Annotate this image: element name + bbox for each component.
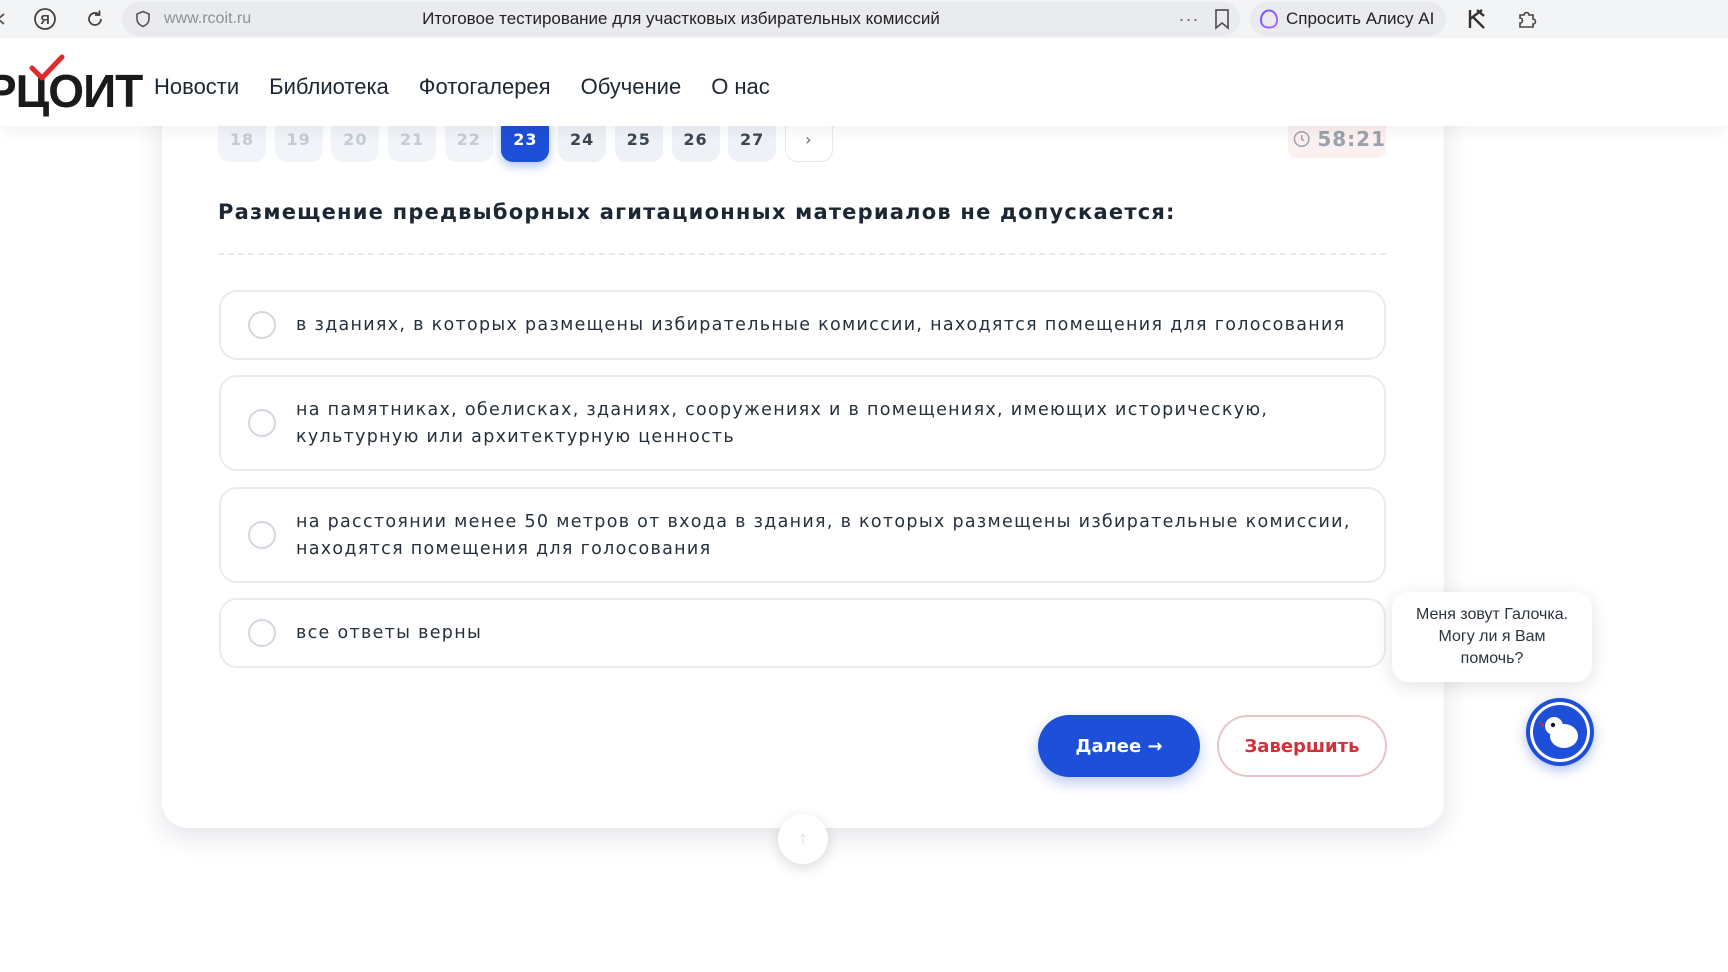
logo-checkmark-icon [29,54,65,81]
yandex-icon[interactable]: Я [30,4,60,34]
svg-text:Я: Я [40,12,49,27]
ask-alice-button[interactable]: Спросить Алису AI [1250,2,1446,36]
nav-library[interactable]: Библиотека [269,74,389,100]
browser-toolbar: Я www.rcoit.ru Итоговое тестирование для… [0,0,1728,38]
bird-mascot-icon [1530,702,1590,762]
clock-icon [1293,131,1310,147]
answer-option-1[interactable]: в зданиях, в которых размещены избирател… [219,290,1386,360]
answer-radio[interactable] [248,619,276,647]
answer-text: в зданиях, в которых размещены избирател… [296,315,1346,335]
question-text: Размещение предвыборных агитационных мат… [218,200,1176,224]
answer-option-3[interactable]: на расстоянии менее 50 метров от входа в… [219,487,1386,583]
logo-text: РЦОИТ [0,65,143,117]
alice-icon [1259,9,1279,29]
extensions-puzzle-icon[interactable] [1512,4,1542,34]
answer-text: на расстоянии менее 50 метров от входа в… [296,512,1351,559]
answer-radio[interactable] [248,409,276,437]
address-bar[interactable]: www.rcoit.ru Итоговое тестирование для у… [122,2,1240,36]
answer-text: все ответы верны [296,623,483,643]
bookmark-icon[interactable] [1210,7,1234,31]
finish-button[interactable]: Завершить [1217,715,1387,777]
extension-k-icon[interactable] [1462,4,1492,34]
chat-assistant-button[interactable] [1526,698,1594,766]
ask-alice-label: Спросить Алису AI [1286,9,1435,28]
answer-option-2[interactable]: на памятниках, обелисках, зданиях, соору… [219,375,1386,471]
site-header: РЦОИТ Новости Библиотека Фотогалерея Обу… [0,38,1728,126]
reload-icon[interactable] [80,4,110,34]
scroll-to-top-button[interactable]: ↑ [778,814,828,864]
nav-news[interactable]: Новости [154,74,239,100]
answer-radio[interactable] [248,311,276,339]
page-title: Итоговое тестирование для участковых изб… [422,9,940,28]
timer-value: 58:21 [1317,127,1386,151]
chat-greeting-text: Меня зовут Галочка. Могу ли я Вам помочь… [1415,606,1569,667]
main-nav: Новости Библиотека Фотогалерея Обучение … [154,74,800,100]
url-text[interactable]: www.rcoit.ru [164,10,251,28]
nav-about[interactable]: О нас [711,74,770,100]
next-button[interactable]: Далее → [1038,715,1200,777]
shield-icon[interactable] [134,10,152,28]
answer-text: на памятниках, обелисках, зданиях, соору… [296,400,1269,447]
back-icon[interactable] [0,4,16,34]
chat-greeting-bubble[interactable]: Меня зовут Галочка. Могу ли я Вам помочь… [1392,592,1592,682]
nav-gallery[interactable]: Фотогалерея [419,74,551,100]
question-divider [218,253,1386,255]
answer-option-4[interactable]: все ответы верны [219,598,1386,668]
answer-radio[interactable] [248,521,276,549]
nav-training[interactable]: Обучение [581,74,682,100]
more-icon[interactable]: ··· [1174,6,1204,32]
